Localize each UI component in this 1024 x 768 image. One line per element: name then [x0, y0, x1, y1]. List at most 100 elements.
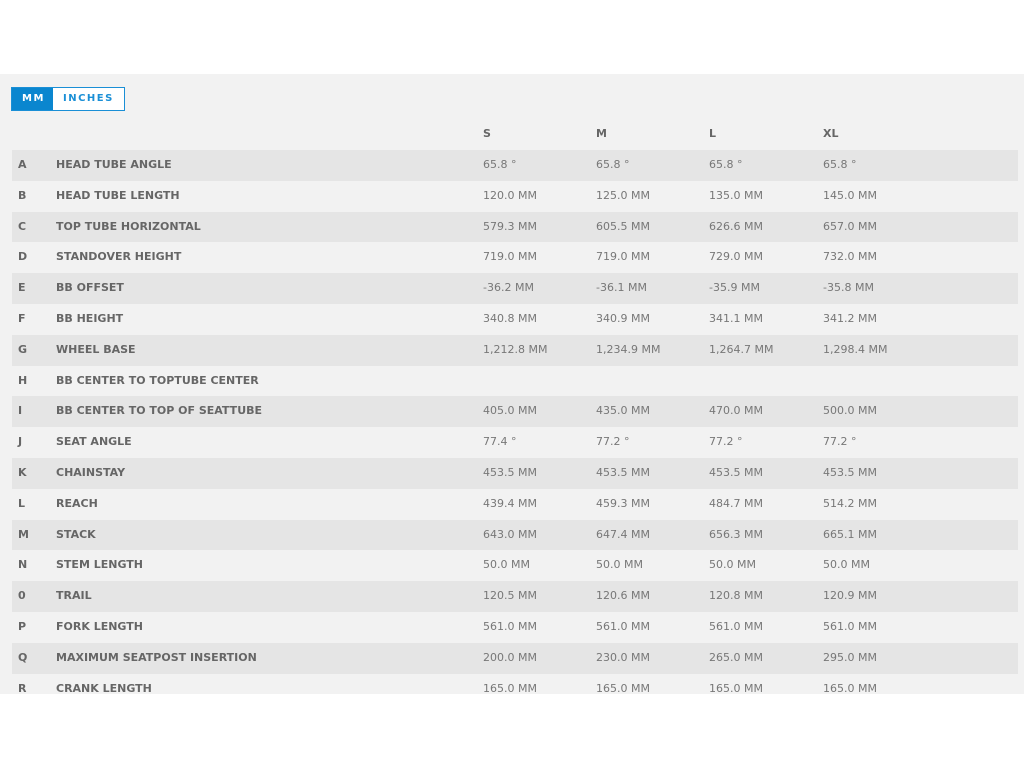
row-value: 50.0 MM — [483, 558, 530, 572]
table-row: 0 TRAIL 120.5 MM 120.6 MM 120.8 MM 120.9 MM — [12, 581, 1018, 612]
row-value: 656.3 MM — [709, 527, 763, 541]
row-name: CRANK LENGTH — [56, 681, 152, 694]
row-value: 145.0 MM — [823, 188, 877, 202]
row-value: 165.0 MM — [709, 681, 763, 694]
row-letter: L — [18, 496, 26, 510]
row-letter: F — [18, 311, 26, 325]
unit-inches-button[interactable]: INCHES — [53, 88, 124, 110]
row-value: 732.0 MM — [823, 250, 877, 264]
row-value: 50.0 MM — [709, 558, 756, 572]
row-name: HEAD TUBE ANGLE — [56, 158, 172, 171]
row-value: -36.1 MM — [596, 281, 647, 295]
row-value: 561.0 MM — [483, 619, 537, 633]
row-value: 470.0 MM — [709, 404, 763, 418]
row-value: 514.2 MM — [823, 496, 877, 510]
row-letter: N — [18, 558, 28, 572]
row-name: HEAD TUBE LENGTH — [56, 188, 180, 202]
row-value: 65.8 ° — [596, 158, 630, 171]
row-value: 165.0 MM — [483, 681, 537, 694]
row-value: 165.0 MM — [823, 681, 877, 694]
row-value: 77.2 ° — [709, 435, 743, 449]
row-value: 50.0 MM — [823, 558, 870, 572]
row-letter: C — [18, 219, 27, 233]
row-letter: D — [18, 250, 28, 264]
row-value: 439.4 MM — [483, 496, 537, 510]
row-value: 120.5 MM — [483, 589, 537, 603]
table-row: F BB HEIGHT 340.8 MM 340.9 MM 341.1 MM 341.2 … — [12, 304, 1018, 335]
row-value: 1,264.7 MM — [709, 342, 774, 356]
row-name: BB OFFSET — [56, 281, 124, 295]
size-header-s: S — [483, 127, 491, 140]
row-value: 500.0 MM — [823, 404, 877, 418]
row-name: TOP TUBE HORIZONTAL — [56, 219, 201, 233]
row-value: 561.0 MM — [709, 619, 763, 633]
row-value: 453.5 MM — [823, 465, 877, 479]
row-value: 77.4 ° — [483, 435, 517, 449]
row-value: 120.9 MM — [823, 589, 877, 603]
row-value: 50.0 MM — [596, 558, 643, 572]
table-row: R CRANK LENGTH 165.0 MM 165.0 MM 165.0 MM 165… — [12, 674, 1018, 694]
row-value: 230.0 MM — [596, 650, 650, 664]
size-header-l: L — [709, 127, 717, 140]
row-letter: H — [18, 373, 28, 387]
row-value: 453.5 MM — [709, 465, 763, 479]
table-row: J SEAT ANGLE 77.4 ° 77.2 ° 77.2 ° 77.2 ° — [12, 427, 1018, 458]
row-value: 1,298.4 MM — [823, 342, 888, 356]
row-value: 120.0 MM — [483, 188, 537, 202]
row-value: 165.0 MM — [596, 681, 650, 694]
row-value: 605.5 MM — [596, 219, 650, 233]
row-value: 435.0 MM — [596, 404, 650, 418]
row-name: MAXIMUM SEATPOST INSERTION — [56, 650, 257, 664]
table-row: D STANDOVER HEIGHT 719.0 MM 719.0 MM 729.0 M… — [12, 242, 1018, 273]
row-name: CHAINSTAY — [56, 465, 126, 479]
row-value: 579.3 MM — [483, 219, 537, 233]
row-value: -35.8 MM — [823, 281, 874, 295]
row-value: 719.0 MM — [596, 250, 650, 264]
row-name: STEM LENGTH — [56, 558, 143, 572]
table-row: Q MAXIMUM SEATPOST INSERTION 200.0 MM 230.0… — [12, 642, 1018, 674]
unit-toggle: MM INCHES — [11, 87, 125, 111]
unit-mm-button[interactable]: MM — [12, 88, 53, 110]
row-name: STACK — [56, 527, 96, 541]
row-letter: R — [18, 681, 27, 694]
table-row: C TOP TUBE HORIZONTAL 579.3 MM 605.5 MM 626.… — [12, 211, 1018, 243]
row-letter: M — [18, 527, 29, 541]
row-value: 453.5 MM — [483, 465, 537, 479]
table-row: M STACK 643.0 MM 647.4 MM 656.3 MM 665.1 MM — [12, 519, 1018, 551]
row-value: 643.0 MM — [483, 527, 537, 541]
row-letter: A — [18, 158, 27, 171]
row-value: 484.7 MM — [709, 496, 763, 510]
table-row: E BB OFFSET -36.2 MM -36.1 MM -35.9 MM -35.8 … — [12, 273, 1018, 304]
row-value: 65.8 ° — [483, 158, 517, 171]
row-value: 295.0 MM — [823, 650, 877, 664]
size-header-m: M — [596, 127, 607, 140]
row-value: 729.0 MM — [709, 250, 763, 264]
row-value: 561.0 MM — [596, 619, 650, 633]
row-value: 405.0 MM — [483, 404, 537, 418]
row-value: 657.0 MM — [823, 219, 877, 233]
row-value: 340.8 MM — [483, 311, 537, 325]
row-name: WHEEL BASE — [56, 342, 136, 356]
row-letter: K — [18, 465, 27, 479]
table-row: N STEM LENGTH 50.0 MM 50.0 MM 50.0 MM 50.0 MM — [12, 550, 1018, 581]
row-name: REACH — [56, 496, 98, 510]
geometry-panel: MM INCHES S M L XL A HEAD TUBE ANGLE 65.8 … — [0, 74, 1024, 694]
row-letter: J — [18, 435, 23, 449]
row-name: BB CENTER TO TOP OF SEATTUBE — [56, 404, 263, 418]
row-name: BB HEIGHT — [56, 311, 124, 325]
row-value: 647.4 MM — [596, 527, 650, 541]
row-value: 1,212.8 MM — [483, 342, 548, 356]
row-value: 341.2 MM — [823, 311, 877, 325]
row-value: 1,234.9 MM — [596, 342, 661, 356]
row-value: 65.8 ° — [823, 158, 857, 171]
row-value: 340.9 MM — [596, 311, 650, 325]
row-value: 719.0 MM — [483, 250, 537, 264]
row-name: FORK LENGTH — [56, 619, 143, 633]
row-value: 665.1 MM — [823, 527, 877, 541]
row-value: 561.0 MM — [823, 619, 877, 633]
row-value: -36.2 MM — [483, 281, 534, 295]
size-header-xl: XL — [823, 127, 839, 140]
row-value: 265.0 MM — [709, 650, 763, 664]
row-value: 453.5 MM — [596, 465, 650, 479]
table-row: P FORK LENGTH 561.0 MM 561.0 MM 561.0 MM 561.… — [12, 612, 1018, 643]
